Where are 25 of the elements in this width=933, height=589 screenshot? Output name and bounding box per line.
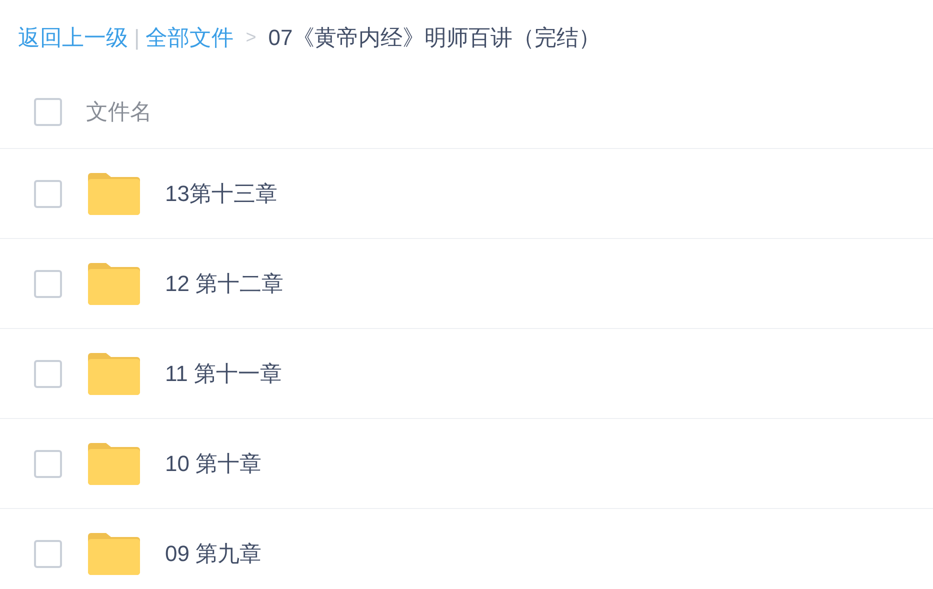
checkbox[interactable] — [34, 98, 62, 126]
file-row[interactable]: 13第十三章 — [0, 149, 933, 239]
file-row[interactable]: 11 第十一章 — [0, 329, 933, 419]
checkbox[interactable] — [34, 360, 62, 388]
folder-name: 12 第十二章 — [165, 270, 284, 298]
folder-icon — [88, 172, 140, 214]
folder-name: 09 第九章 — [165, 540, 262, 568]
folder-icon — [88, 352, 140, 394]
checkbox[interactable] — [34, 450, 62, 478]
current-folder: 07《黄帝内经》明师百讲（完结） — [268, 24, 601, 52]
breadcrumb-arrow: > — [244, 26, 258, 49]
folder-name: 11 第十一章 — [165, 360, 282, 388]
folder-icon — [88, 532, 140, 574]
checkbox[interactable] — [34, 540, 62, 568]
file-row[interactable]: 09 第九章 — [0, 509, 933, 589]
folder-name: 10 第十章 — [165, 450, 262, 478]
column-header: 文件名 — [86, 98, 152, 126]
file-row[interactable]: 10 第十章 — [0, 419, 933, 509]
folder-name: 13第十三章 — [165, 180, 278, 208]
separator: | — [134, 24, 140, 52]
folder-icon — [88, 262, 140, 304]
checkbox[interactable] — [34, 180, 62, 208]
checkbox[interactable] — [34, 270, 62, 298]
file-row[interactable]: 12 第十二章 — [0, 239, 933, 329]
folder-icon — [88, 442, 140, 484]
